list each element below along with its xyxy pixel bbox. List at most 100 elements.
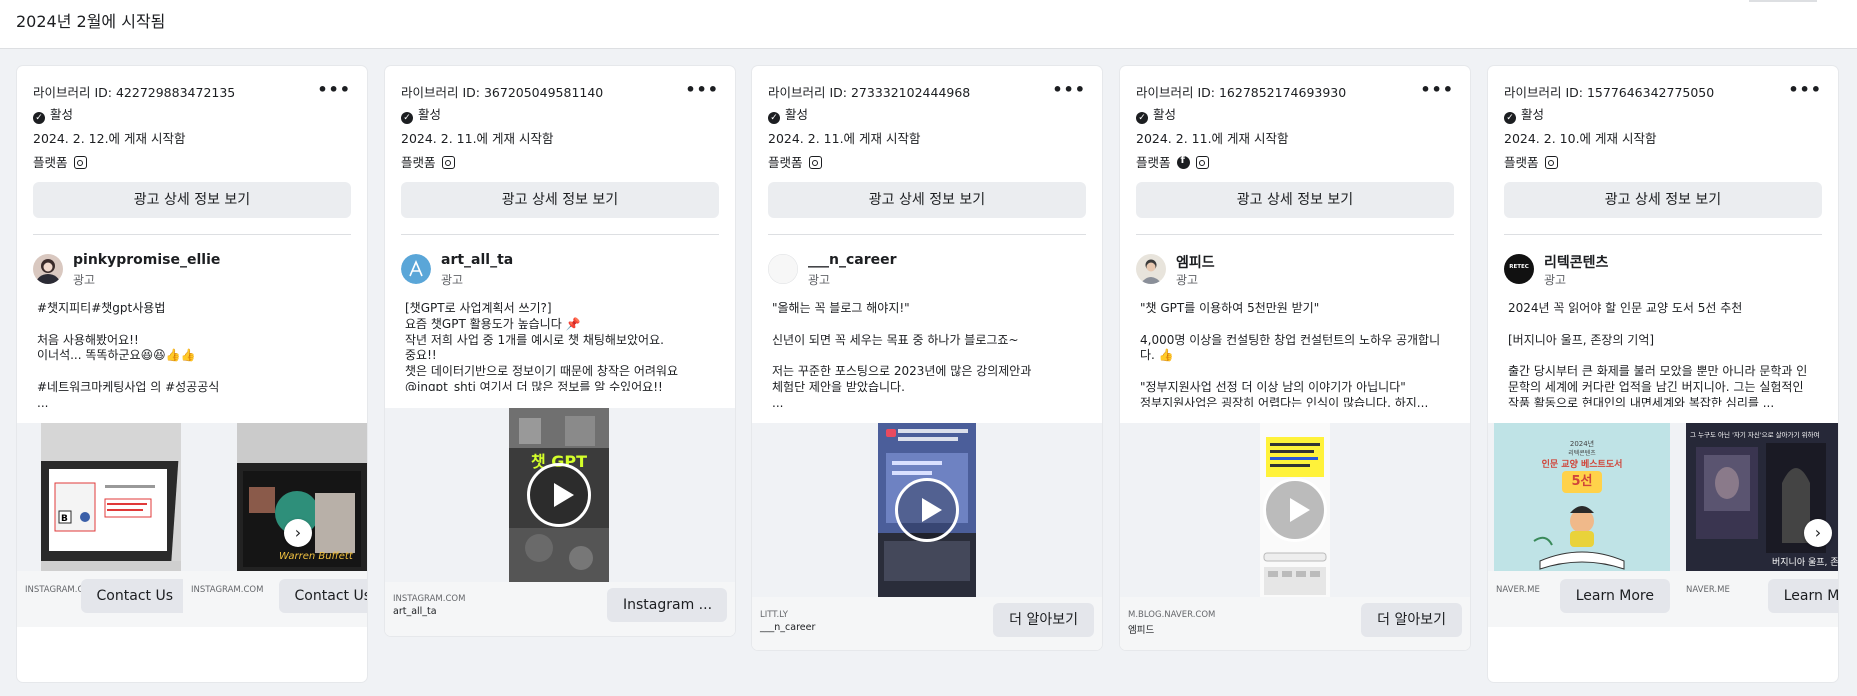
check-circle-icon: ✓ — [1504, 112, 1516, 124]
ad-body-text: "올해는 꼭 블로그 해야지!" 신년이 되면 꼭 세우는 목표 중 하나가 블… — [772, 301, 1032, 407]
top-bar: 2024년 2월에 시작됨 — [0, 0, 1857, 49]
see-ad-details-button[interactable]: 광고 상세 정보 보기 — [768, 182, 1086, 218]
avatar[interactable] — [1136, 254, 1166, 284]
advertiser-name[interactable]: art_all_ta — [441, 252, 513, 268]
link-subtitle: art_all_ta — [393, 606, 437, 617]
link-domain: NAVER.ME — [1496, 585, 1540, 595]
cta-button[interactable]: Instagram ... — [607, 588, 727, 622]
carousel-footer: INSTAGRAM.COM Contact Us — [183, 571, 367, 627]
check-circle-icon: ✓ — [1136, 112, 1148, 124]
library-id: 라이브러리 ID: 367205049581140 — [401, 85, 604, 100]
cta-button[interactable]: Contact Us — [80, 579, 189, 613]
instagram-icon — [1544, 156, 1558, 169]
video-thumbnail: 챗 GPT — [509, 408, 609, 582]
more-options-icon[interactable]: ••• — [317, 80, 351, 99]
svg-text:B: B — [61, 514, 68, 524]
status: ✓ 활성 — [768, 104, 808, 124]
start-date: 2024. 2. 11.에 게재 시작함 — [768, 131, 921, 146]
link-domain: M.BLOG.NAVER.COM — [1128, 610, 1216, 620]
more-options-icon[interactable]: ••• — [1052, 80, 1086, 99]
start-date: 2024. 2. 11.에 게재 시작함 — [401, 131, 554, 146]
platforms: 플랫폼 — [401, 152, 455, 171]
video-media — [752, 423, 1102, 597]
ad-card: 라이브러리 ID: 273332102444968 ••• ✓ 활성 2024. … — [752, 66, 1102, 650]
library-id: 라이브러리 ID: 273332102444968 — [768, 85, 971, 100]
carousel-image: Warren Buffett — [237, 423, 367, 571]
instagram-icon — [1195, 156, 1209, 169]
advertiser-name[interactable]: 리텍콘텐츠 — [1544, 252, 1608, 272]
ad-footer: M.BLOG.NAVER.COM 엠피드 더 알아보기 — [1120, 597, 1470, 650]
book2-caption: 그 누구도 아닌 '자기 자신'으로 살아가기 위하여 — [1690, 431, 1820, 439]
sponsored-label: 광고 — [1544, 273, 1567, 287]
library-id: 라이브러리 ID: 1627852174693930 — [1136, 85, 1347, 100]
carousel-footer: NAVER.ME Learn More — [1488, 571, 1678, 627]
facebook-icon — [1176, 155, 1190, 169]
library-id: 라이브러리 ID: 422729883472135 — [33, 85, 236, 100]
top-right-control[interactable] — [1749, 0, 1817, 2]
platforms: 플랫폼 — [1504, 152, 1558, 171]
status: ✓ 활성 — [401, 104, 441, 124]
video-thumbnail — [878, 423, 976, 597]
see-ad-details-button[interactable]: 광고 상세 정보 보기 — [1504, 182, 1822, 218]
advertiser-name[interactable]: ___n_career — [808, 252, 897, 268]
more-options-icon[interactable]: ••• — [1420, 80, 1454, 99]
status: ✓ 활성 — [1136, 104, 1176, 124]
ad-card: 라이브러리 ID: 1627852174693930 ••• ✓ 활성 2024.… — [1120, 66, 1470, 650]
instagram-icon — [73, 156, 87, 169]
carousel-image: 그 누구도 아닌 '자기 자신'으로 살아가기 위하여 버지니아 울프, 존장의 — [1686, 423, 1838, 571]
carousel-next-icon[interactable]: › — [284, 519, 312, 547]
cta-button[interactable]: Learn More — [1767, 579, 1838, 613]
cta-button[interactable]: 더 알아보기 — [1361, 603, 1462, 637]
start-date: 2024. 2. 10.에 게재 시작함 — [1504, 131, 1657, 146]
avatar[interactable] — [768, 254, 798, 284]
ad-card: 라이브러리 ID: 367205049581140 ••• ✓ 활성 2024. … — [385, 66, 735, 636]
play-icon[interactable] — [895, 478, 959, 542]
status: ✓ 활성 — [1504, 104, 1544, 124]
ad-body-text: [챗GPT로 사업계획서 쓰기?] 요즘 챗GPT 활용도가 높습니다 📌 작년… — [405, 301, 678, 391]
avatar[interactable]: RETEC — [1504, 254, 1534, 284]
avatar[interactable] — [33, 254, 63, 284]
ad-card: 라이브러리 ID: 1577646342775050 ••• ✓ 활성 2024.… — [1488, 66, 1838, 682]
play-icon[interactable] — [1263, 478, 1327, 542]
see-ad-details-button[interactable]: 광고 상세 정보 보기 — [33, 182, 351, 218]
video-media — [1120, 423, 1470, 597]
book2-title: 버지니아 울프, 존장의 — [1772, 558, 1838, 568]
ad-footer: INSTAGRAM.COM art_all_ta Instagram ... — [385, 582, 735, 636]
see-ad-details-button[interactable]: 광고 상세 정보 보기 — [1136, 182, 1454, 218]
divider — [401, 234, 719, 235]
sponsored-label: 광고 — [1176, 273, 1199, 287]
more-options-icon[interactable]: ••• — [685, 80, 719, 99]
cta-button[interactable]: Contact Us — [278, 579, 367, 613]
carousel-image: 2024년 리텍콘텐츠 인문 교양 베스트도서 5선 — [1494, 423, 1670, 571]
carousel: B Warren Buffett › — [17, 423, 367, 571]
ad-footer: LITT.LY ___n_career 더 알아보기 — [752, 597, 1102, 650]
start-date: 2024. 2. 12.에 게재 시작함 — [33, 131, 186, 146]
sponsored-label: 광고 — [808, 273, 831, 287]
ad-card: 라이브러리 ID: 422729883472135 ••• ✓ 활성 2024. … — [17, 66, 367, 682]
link-domain: LITT.LY — [760, 610, 788, 620]
start-date: 2024. 2. 11.에 게재 시작함 — [1136, 131, 1289, 146]
avatar-logo: RETEC — [1509, 264, 1529, 270]
carousel-next-icon[interactable]: › — [1804, 519, 1832, 547]
divider — [768, 234, 1086, 235]
advertiser-name[interactable]: 엠피드 — [1176, 252, 1215, 272]
link-domain: INSTAGRAM.COM — [393, 594, 466, 604]
divider — [1136, 234, 1454, 235]
status: ✓ 활성 — [33, 104, 73, 124]
carousel-footer: INSTAGRAM.COM Contact Us — [17, 571, 197, 627]
link-subtitle: 엠피드 — [1128, 625, 1155, 636]
check-circle-icon: ✓ — [768, 112, 780, 124]
advertiser-name[interactable]: pinkypromise_ellie — [73, 252, 220, 268]
cta-button[interactable]: 더 알아보기 — [993, 603, 1094, 637]
avatar[interactable] — [401, 254, 431, 284]
section-title: 2024년 2월에 시작됨 — [16, 12, 166, 31]
link-domain: INSTAGRAM.COM — [191, 585, 264, 595]
see-ad-details-button[interactable]: 광고 상세 정보 보기 — [401, 182, 719, 218]
svg-text:Warren Buffett: Warren Buffett — [279, 551, 354, 562]
library-id: 라이브러리 ID: 1577646342775050 — [1504, 85, 1715, 100]
cta-button[interactable]: Learn More — [1559, 579, 1670, 613]
carousel-footer: NAVER.ME Learn More — [1678, 571, 1838, 627]
play-icon[interactable] — [527, 463, 591, 527]
video-thumbnail — [1260, 423, 1330, 597]
more-options-icon[interactable]: ••• — [1788, 80, 1822, 99]
